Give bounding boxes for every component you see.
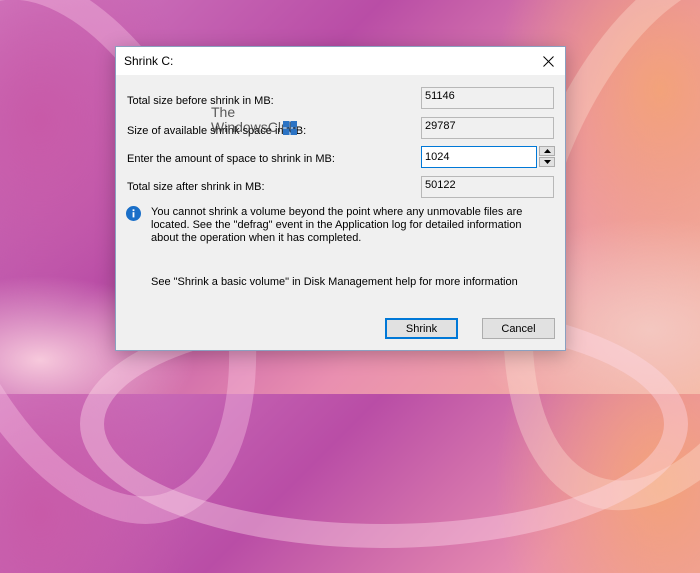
shrink-amount-stepper <box>421 146 555 168</box>
total-after-label: Total size after shrink in MB: <box>127 181 265 193</box>
shrink-amount-input[interactable] <box>421 146 537 168</box>
info-icon <box>126 206 141 221</box>
watermark-line1: The <box>211 104 236 120</box>
total-after-value: 50122 <box>421 176 554 198</box>
help-message: See "Shrink a basic volume" in Disk Mana… <box>151 276 518 288</box>
info-message: You cannot shrink a volume beyond the po… <box>151 206 523 244</box>
windowsclub-logo-icon <box>283 121 297 135</box>
shrink-amount-label: Enter the amount of space to shrink in M… <box>127 153 335 165</box>
close-button[interactable] <box>531 47 565 75</box>
watermark: The WindowsClub <box>211 105 297 135</box>
available-space-value: 29787 <box>421 117 554 139</box>
cancel-button[interactable]: Cancel <box>482 318 555 339</box>
total-before-value: 51146 <box>421 87 554 109</box>
stepper-buttons <box>539 146 555 168</box>
close-icon <box>542 55 554 67</box>
shrink-dialog: Shrink C: Total size before shrink in MB… <box>115 46 566 351</box>
dialog-title: Shrink C: <box>124 54 174 68</box>
chevron-up-icon <box>543 149 551 153</box>
title-bar[interactable]: Shrink C: <box>116 47 565 75</box>
stepper-down-button[interactable] <box>539 157 555 167</box>
chevron-down-icon <box>543 160 551 164</box>
shrink-button[interactable]: Shrink <box>385 318 458 339</box>
stepper-up-button[interactable] <box>539 146 555 156</box>
